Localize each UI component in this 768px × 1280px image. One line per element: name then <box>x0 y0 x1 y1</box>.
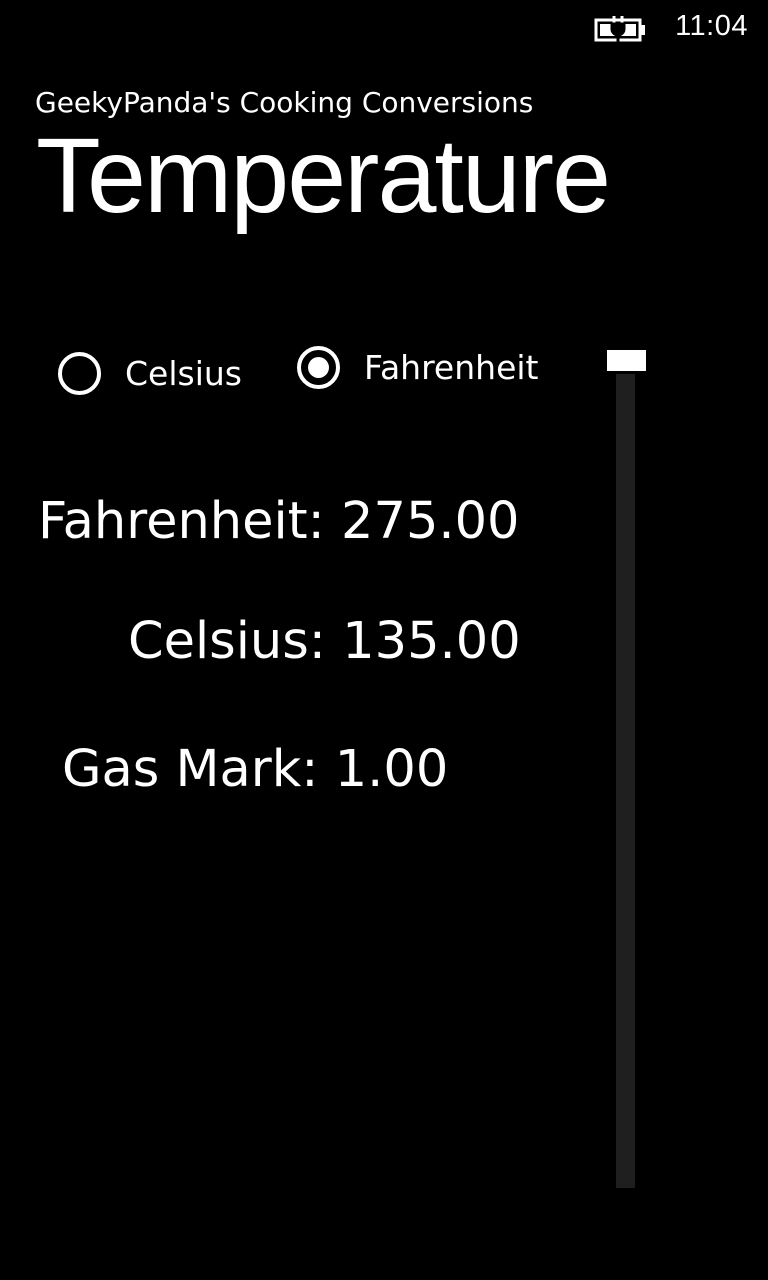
page-title: Temperature <box>36 117 611 235</box>
radio-celsius[interactable]: Celsius <box>58 352 242 395</box>
radio-fahrenheit-indicator[interactable] <box>297 346 340 389</box>
radio-celsius-label[interactable]: Celsius <box>125 354 242 393</box>
gas-mark-result: Gas Mark: 1.00 <box>62 740 448 799</box>
fahrenheit-result: Fahrenheit: 275.00 <box>38 492 520 551</box>
slider-thumb[interactable] <box>607 350 646 371</box>
app-title: GeekyPanda's Cooking Conversions <box>35 86 534 119</box>
gas-mark-result-value: 1.00 <box>334 740 449 799</box>
gas-mark-result-label: Gas Mark: <box>62 740 319 799</box>
radio-celsius-indicator[interactable] <box>58 352 101 395</box>
celsius-result-value: 135.00 <box>342 612 521 671</box>
celsius-result-label: Celsius: <box>128 612 326 671</box>
temperature-slider[interactable] <box>605 350 647 1190</box>
status-time: 11:04 <box>675 10 748 42</box>
radio-fahrenheit-label[interactable]: Fahrenheit <box>364 348 538 387</box>
status-bar: 11:04 <box>0 0 768 56</box>
fahrenheit-result-label: Fahrenheit: <box>38 492 325 551</box>
celsius-result: Celsius: 135.00 <box>128 612 521 671</box>
radio-fahrenheit[interactable]: Fahrenheit <box>297 346 538 389</box>
fahrenheit-result-value: 275.00 <box>341 492 520 551</box>
battery-charging-icon <box>594 16 645 42</box>
slider-track[interactable] <box>616 374 635 1188</box>
